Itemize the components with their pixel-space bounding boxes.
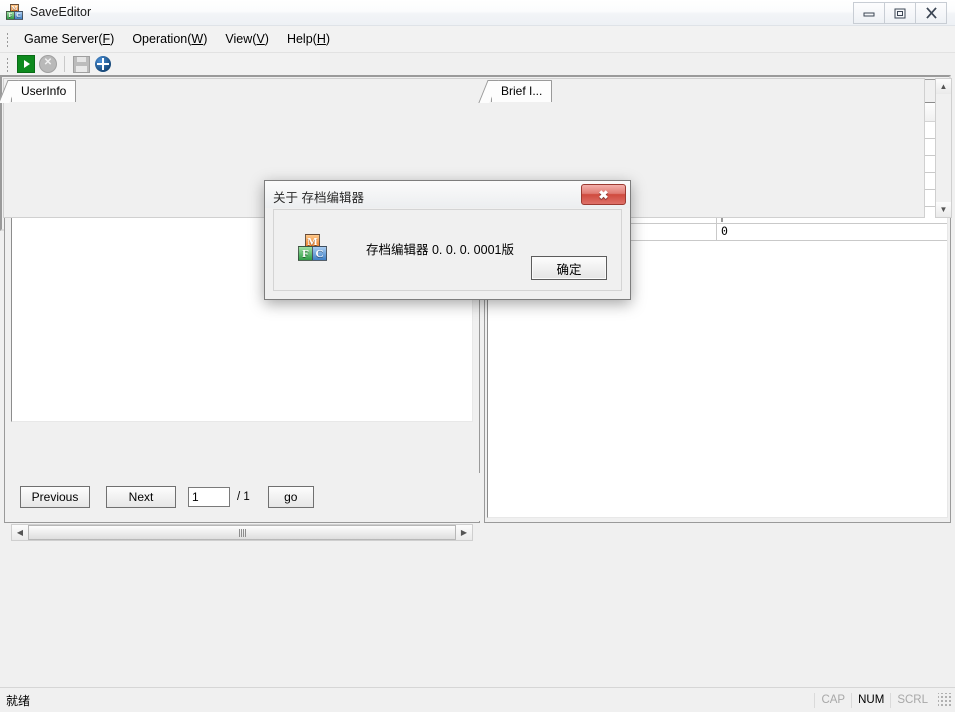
scroll-grip-icon [239,529,246,537]
about-button[interactable] [94,55,112,73]
scroll-down-arrow-icon[interactable]: ▼ [936,202,951,217]
info-icon [95,56,111,72]
menu-operation-mnemonic: W [191,32,203,46]
close-icon[interactable] [915,2,947,24]
about-dialog: 关于 存档编辑器 ✖ MFC 存档编辑器 0. 0. 0. 0001版 确定 [264,180,631,300]
menu-view[interactable]: View(V) [216,28,278,50]
menu-gripper[interactable] [3,31,12,47]
play-icon [17,55,35,73]
previous-button[interactable]: Previous [20,486,90,508]
menu-operation-label: Operation [132,32,187,46]
status-bar: 就绪 CAP NUM SCRL [0,687,955,712]
status-message: 就绪 [6,692,30,709]
menu-view-mnemonic: V [256,32,264,46]
about-dialog-body: MFC 存档编辑器 0. 0. 0. 0001版 确定 [273,209,622,291]
page-number-input[interactable] [188,487,230,507]
scroll-up-arrow-icon[interactable]: ▲ [936,79,951,94]
stop-button[interactable]: ✕ [39,55,57,73]
menu-view-label: View [225,32,252,46]
user-grid-hscrollbar[interactable]: ◀ ▶ [11,524,473,541]
stop-circle-icon: ✕ [39,55,57,73]
about-dialog-close-icon[interactable]: ✖ [581,184,626,205]
title-bar: MFC SaveEditor [0,0,955,26]
about-dialog-message: 存档编辑器 0. 0. 0. 0001版 [366,239,514,258]
scroll-right-arrow-icon[interactable]: ▶ [456,525,472,540]
toolbar-gripper[interactable] [3,56,12,72]
left-tabstrip: UserInfo [5,80,75,102]
property-value-cell[interactable]: 0 [717,224,941,240]
hscroll-thumb[interactable] [28,525,456,540]
hscroll-track[interactable] [28,525,456,540]
status-indicators: CAP NUM SCRL [814,693,955,708]
menu-help-mnemonic: H [317,32,326,46]
resize-grip-icon[interactable] [938,693,952,707]
tab-brief-info-label: Brief I... [501,84,542,98]
maximize-icon[interactable] [884,2,916,24]
menu-game-server-mnemonic: F [103,32,111,46]
menu-operation[interactable]: Operation(W) [123,28,216,50]
toolbar-separator [64,56,65,72]
next-button[interactable]: Next [106,486,176,508]
scroll-left-arrow-icon[interactable]: ◀ [12,525,28,540]
pagination-bar: Previous Next / 1 go [6,473,492,521]
tab-brief-info[interactable]: Brief I... [491,80,552,102]
toolbar: ✕ [0,53,320,75]
go-button[interactable]: go [268,486,314,508]
about-dialog-titlebar: 关于 存档编辑器 ✖ [265,181,630,208]
about-mfc-blocks-icon: MFC [298,234,328,262]
client-area: UserInfo UserID Password GlobalID Play..… [0,75,955,687]
menu-help-label: Help [287,32,313,46]
status-badge-cap: CAP [814,693,851,708]
save-button[interactable] [72,55,90,73]
menu-help[interactable]: Help(H) [278,28,339,50]
window-controls [854,2,947,24]
tab-userinfo[interactable]: UserInfo [11,80,76,102]
log-vscrollbar[interactable]: ▲ ▼ [935,78,952,218]
about-dialog-title: 关于 存档编辑器 [273,187,364,206]
menu-game-server-label: Game Server [24,32,98,46]
page-total-label: / 1 [237,491,250,503]
start-button[interactable] [17,55,35,73]
floppy-disk-icon [73,56,90,73]
app-mfc-blocks-icon: MFC [6,4,24,20]
about-dialog-ok-button[interactable]: 确定 [531,256,607,280]
application-window: MFC SaveEditor Game Server(F) Operation(… [0,0,955,712]
tab-userinfo-label: UserInfo [21,84,66,98]
status-badge-num: NUM [851,693,890,708]
title-bar-left: MFC SaveEditor [6,4,91,20]
menu-game-server[interactable]: Game Server(F) [15,28,123,50]
menu-bar: Game Server(F) Operation(W) View(V) Help… [0,26,955,53]
minimize-icon[interactable] [853,2,885,24]
status-badge-scrl: SCRL [890,693,934,708]
window-title: SaveEditor [30,5,91,19]
